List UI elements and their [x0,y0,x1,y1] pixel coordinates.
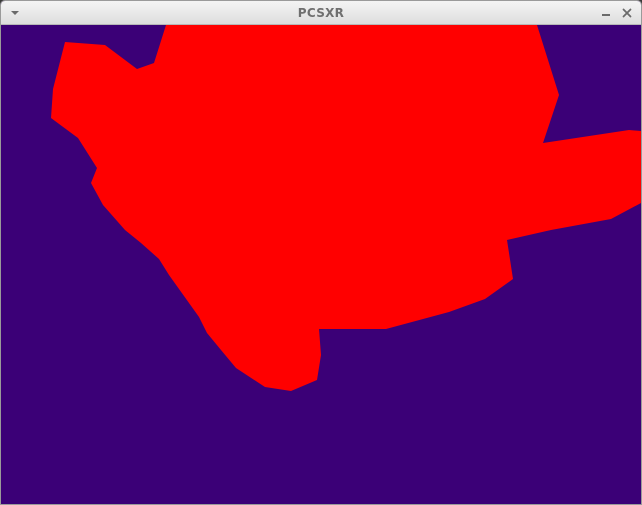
minimize-icon [602,14,610,16]
close-icon [622,8,632,18]
minimize-button[interactable] [598,5,614,21]
emulator-window: PCSXR [0,0,642,505]
title-bar[interactable]: PCSXR [1,1,641,25]
window-title: PCSXR [297,6,345,20]
game-render [1,25,641,504]
game-viewport[interactable] [1,25,641,504]
close-button[interactable] [619,5,635,21]
